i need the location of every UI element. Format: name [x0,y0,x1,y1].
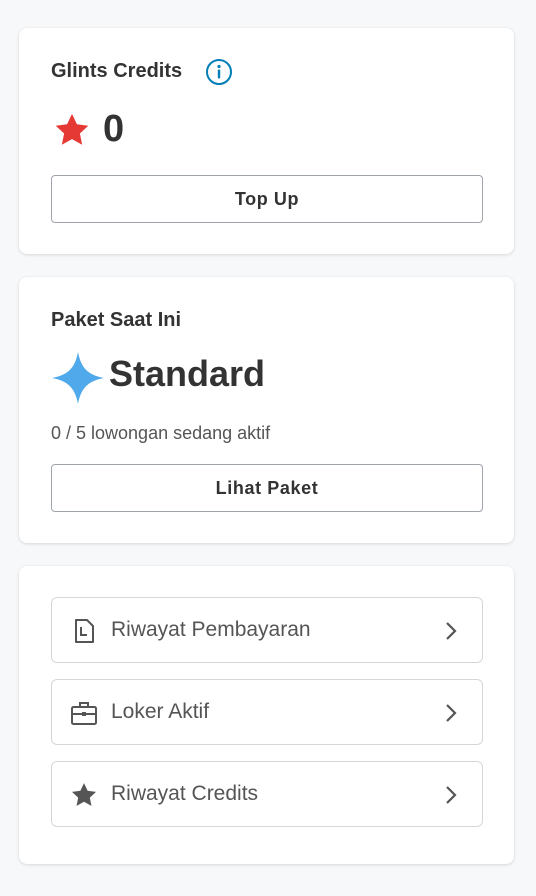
plan-name: Standard [109,353,266,394]
credits-history-link[interactable]: Riwayat Credits [51,761,483,827]
briefcase-icon [70,699,98,727]
credits-title: Glints Credits [51,60,183,82]
credits-history-label: Riwayat Credits [111,782,259,805]
package-card: Paket Saat Ini Standard 0 / 5 lowongan s… [19,277,514,543]
star-icon [70,781,98,809]
active-jobs-label: Loker Aktif [111,700,210,723]
view-package-button[interactable]: Lihat Paket [51,464,483,512]
top-up-button[interactable]: Top Up [51,175,483,223]
plan-status: 0 / 5 lowongan sedang aktif [51,423,271,443]
package-title: Paket Saat Ini [51,309,182,331]
active-jobs-link[interactable]: Loker Aktif [51,679,483,745]
info-icon[interactable] [205,58,233,91]
payment-history-link[interactable]: Riwayat Pembayaran [51,597,483,663]
links-card: Riwayat Pembayaran Loker Aktif Riwayat C… [19,566,514,864]
credit-balance: 0 [103,108,125,150]
chevron-right-icon [444,702,458,724]
chevron-right-icon [444,784,458,806]
star-icon [53,111,91,154]
receipt-icon [70,617,98,645]
payment-history-label: Riwayat Pembayaran [111,618,311,641]
sparkle-icon [51,351,105,410]
credits-card: Glints Credits 0 Top Up [19,28,514,254]
chevron-right-icon [444,620,458,642]
